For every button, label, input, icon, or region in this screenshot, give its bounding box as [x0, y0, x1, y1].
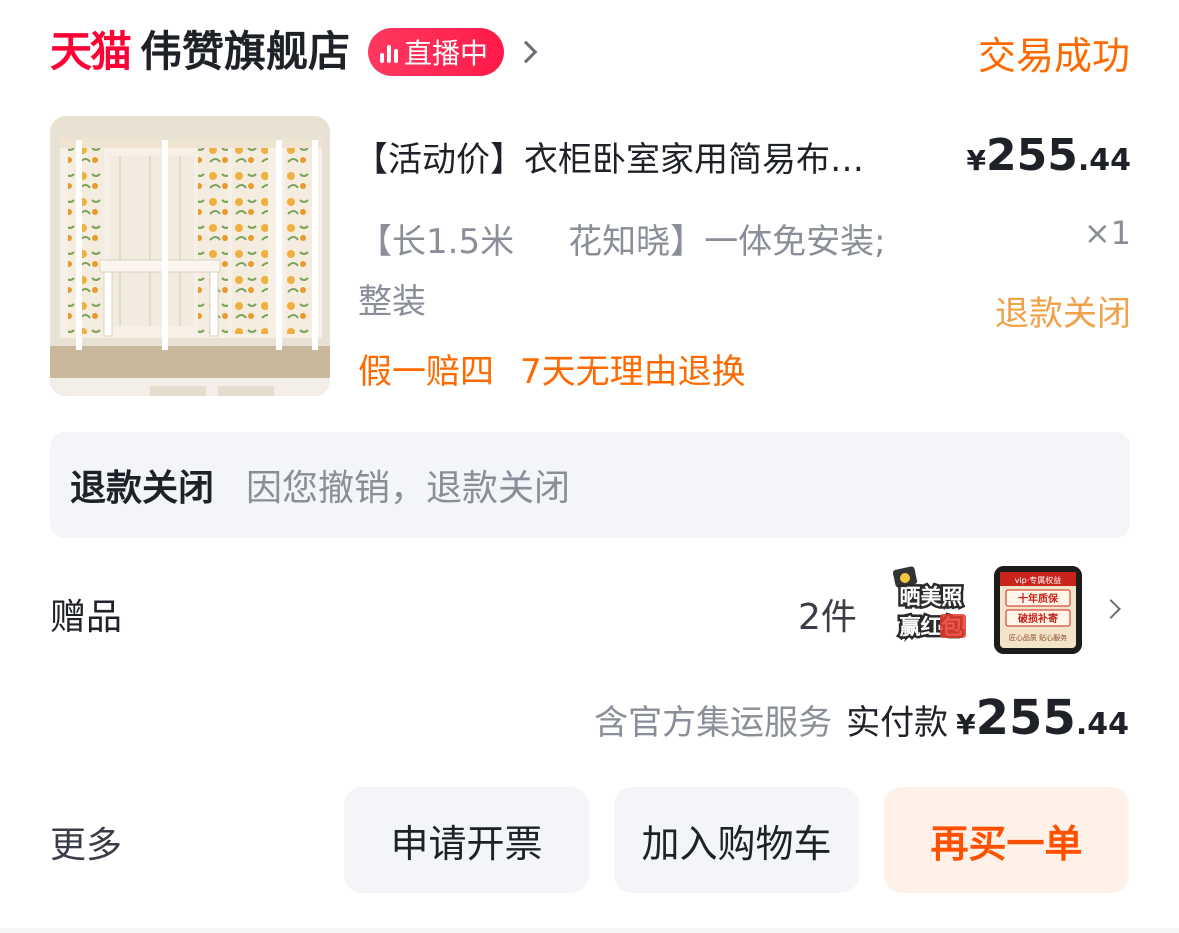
- gift2-line2: 破损补寄: [1018, 612, 1058, 625]
- payment-summary: 含官方集运服务 实付款 ¥255.44: [594, 690, 1129, 746]
- product-title[interactable]: 【活动价】衣柜卧室家用简易布…: [354, 132, 864, 181]
- service-guarantees: 假一赔四 7天无理由退换: [358, 344, 746, 393]
- shop-name[interactable]: 伟赞旗舰店: [140, 31, 350, 73]
- buy-again-button[interactable]: 再买一单: [884, 787, 1129, 893]
- live-label: 直播中: [404, 37, 489, 70]
- refund-status-description: 因您撤销，退款关闭: [246, 468, 571, 509]
- more-button[interactable]: 更多: [50, 816, 122, 868]
- product-price: ¥255.44: [966, 130, 1132, 181]
- product-refund-status[interactable]: 退款关闭: [995, 286, 1131, 335]
- guarantee-tag: 7天无理由退换: [520, 352, 746, 392]
- product-image[interactable]: [50, 116, 330, 396]
- paid-amount-dec: .44: [1075, 707, 1129, 742]
- paid-amount-int: 255: [975, 690, 1076, 746]
- wardrobe-illustration: [50, 116, 330, 396]
- gift-count[interactable]: 2件: [798, 588, 857, 640]
- paid-amount-label: 实付款: [846, 703, 949, 743]
- tmall-logo: 天猫: [50, 27, 132, 76]
- gift2-line1: 十年质保: [1018, 592, 1059, 605]
- add-to-cart-button[interactable]: 加入购物车: [614, 787, 859, 893]
- gift1-line1: 晒美照: [900, 585, 963, 609]
- guarantee-tag: 假一赔四: [358, 352, 494, 392]
- shop-chevron-right-icon[interactable]: [514, 40, 538, 64]
- trade-status: 交易成功: [977, 33, 1130, 78]
- refund-status-bar[interactable]: 退款关闭 因您撤销，退款关闭: [50, 432, 1130, 538]
- request-invoice-button[interactable]: 申请开票: [344, 787, 589, 893]
- shipping-service-note: 含官方集运服务: [594, 703, 833, 743]
- gift-label: 赠品: [50, 597, 123, 638]
- divider: [0, 928, 1179, 933]
- gift2-footer: 匠心品质 贴心服务: [1009, 633, 1067, 642]
- gift2-header: vip·专属权益: [1015, 575, 1062, 585]
- product-sku-line2: 整装: [358, 282, 426, 322]
- product-quantity: ×1: [1083, 214, 1131, 252]
- vip-benefit-card-icon[interactable]: vip·专属权益 十年质保 破损补寄 匠心品质 贴心服务: [994, 566, 1082, 654]
- live-bars-icon: [380, 41, 399, 63]
- gift-chevron-right-icon[interactable]: [1101, 599, 1121, 619]
- product-sku-line1: 【长1.5米 花知晓】一体免安装;: [358, 222, 886, 262]
- refund-status-title: 退款关闭: [70, 468, 215, 509]
- live-badge[interactable]: 直播中: [368, 28, 505, 76]
- paid-amount-symbol: ¥: [956, 708, 976, 741]
- photo-redpacket-gift-icon[interactable]: 晒美照 赢红包: [888, 564, 974, 650]
- order-header: 天猫 伟赞旗舰店 直播中 交易成功: [50, 22, 1130, 82]
